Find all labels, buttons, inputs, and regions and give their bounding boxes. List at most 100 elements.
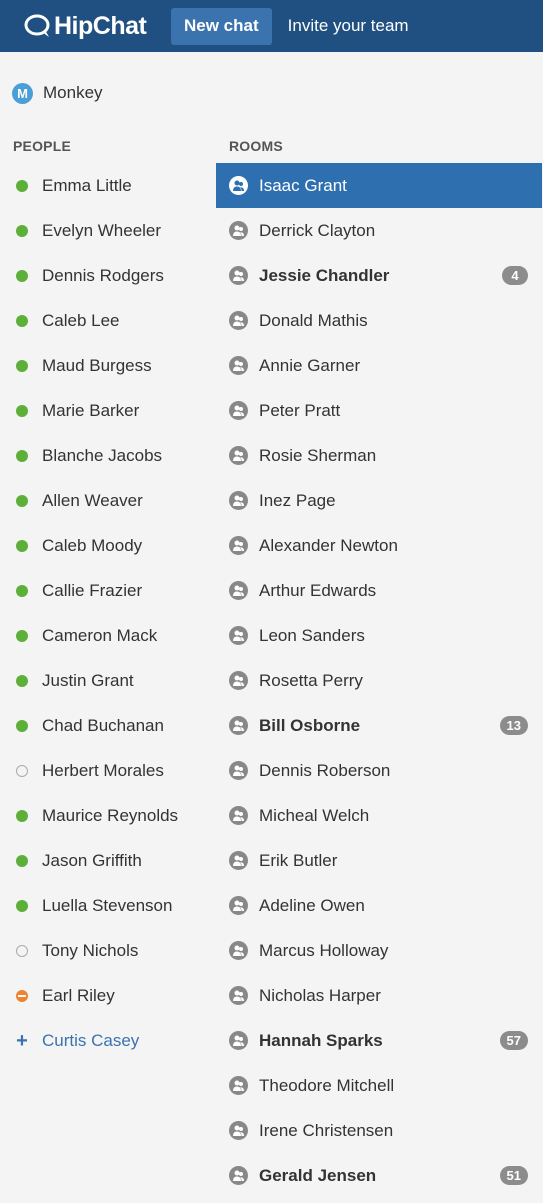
person-name: Callie Frazier — [42, 580, 143, 600]
room-item[interactable]: Dennis Roberson — [216, 748, 542, 793]
add-person-name: Curtis Casey — [42, 1030, 140, 1050]
person-name: Maud Burgess — [42, 355, 152, 375]
room-item[interactable]: Irene Christensen — [216, 1108, 542, 1153]
person-name: Marie Barker — [42, 400, 140, 420]
room-item[interactable]: Rosie Sherman — [216, 433, 542, 478]
room-item[interactable]: Micheal Welch — [216, 793, 542, 838]
person-item[interactable]: Justin Grant — [0, 658, 216, 703]
room-people-icon — [229, 626, 248, 645]
current-user[interactable]: M Monkey — [12, 82, 103, 104]
online-status-icon — [16, 314, 28, 327]
room-item[interactable]: Annie Garner — [216, 343, 542, 388]
online-status-icon — [16, 854, 28, 867]
room-name: Nicholas Harper — [259, 985, 381, 1005]
room-item[interactable]: Leon Sanders — [216, 613, 542, 658]
invite-team-link[interactable]: Invite your team — [288, 8, 409, 45]
person-item[interactable]: Chad Buchanan — [0, 703, 216, 748]
plus-icon: + — [16, 1029, 28, 1052]
room-people-icon — [229, 356, 248, 375]
room-item[interactable]: Hannah Sparks 57 — [216, 1018, 542, 1063]
person-name: Maurice Reynolds — [42, 805, 179, 825]
person-item[interactable]: Earl Riley — [0, 973, 216, 1018]
online-status-icon — [16, 674, 28, 687]
room-people-icon — [229, 806, 248, 825]
room-name: Derrick Clayton — [259, 220, 376, 240]
online-status-icon — [16, 719, 28, 732]
person-name: Allen Weaver — [42, 490, 143, 510]
online-status-icon — [16, 224, 28, 237]
room-name: Alexander Newton — [259, 535, 398, 555]
new-chat-button[interactable]: New chat — [171, 7, 272, 45]
room-name: Peter Pratt — [259, 400, 341, 420]
person-item[interactable]: Allen Weaver — [0, 478, 216, 523]
room-item[interactable]: Bill Osborne 13 — [216, 703, 542, 748]
unread-count-badge: 13 — [499, 716, 528, 735]
person-item[interactable]: Caleb Lee — [0, 298, 216, 343]
person-item[interactable]: Herbert Morales — [0, 748, 216, 793]
avatar: M — [12, 82, 33, 104]
rooms-list: Isaac Grant Derrick Clayton Jessie Chandle… — [216, 163, 542, 1198]
person-item[interactable]: Luella Stevenson — [0, 883, 216, 928]
room-item[interactable]: Alexander Newton — [216, 523, 542, 568]
room-item[interactable]: Theodore Mitchell — [216, 1063, 542, 1108]
hipchat-logo[interactable]: HipChat — [24, 12, 171, 41]
person-name: Justin Grant — [42, 670, 134, 690]
person-name: Tony Nichols — [42, 940, 139, 960]
room-name: Donald Mathis — [259, 310, 368, 330]
room-item[interactable]: Erik Butler — [216, 838, 542, 883]
person-item[interactable]: Tony Nichols — [0, 928, 216, 973]
room-item[interactable]: Rosetta Perry — [216, 658, 542, 703]
dnd-status-icon — [16, 989, 28, 1002]
online-status-icon — [16, 404, 28, 417]
room-item[interactable]: Gerald Jensen 51 — [216, 1153, 542, 1198]
person-item[interactable]: Marie Barker — [0, 388, 216, 433]
room-name: Erik Butler — [259, 850, 338, 870]
room-name: Hannah Sparks — [259, 1030, 383, 1050]
room-item[interactable]: Jessie Chandler 4 — [216, 253, 542, 298]
room-item[interactable]: Inez Page — [216, 478, 542, 523]
room-item[interactable]: Marcus Holloway — [216, 928, 542, 973]
person-item[interactable]: Blanche Jacobs — [0, 433, 216, 478]
online-status-icon — [16, 899, 28, 912]
person-item[interactable]: Maurice Reynolds — [0, 793, 216, 838]
room-item[interactable]: Donald Mathis — [216, 298, 542, 343]
room-people-icon — [229, 311, 248, 330]
person-item[interactable]: Callie Frazier — [0, 568, 216, 613]
online-status-icon — [16, 449, 28, 462]
room-item[interactable]: Nicholas Harper — [216, 973, 542, 1018]
online-status-icon — [16, 809, 28, 822]
person-item[interactable]: Emma Little — [0, 163, 216, 208]
offline-status-icon — [16, 944, 28, 957]
person-item[interactable]: Maud Burgess — [0, 343, 216, 388]
person-name: Jason Griffith — [42, 850, 142, 870]
person-name: Caleb Moody — [42, 535, 143, 555]
room-people-icon — [229, 491, 248, 510]
room-name: Isaac Grant — [259, 175, 347, 195]
room-name: Inez Page — [259, 490, 336, 510]
online-status-icon — [16, 494, 28, 507]
add-person-item[interactable]: + Curtis Casey — [0, 1018, 216, 1063]
room-people-icon — [229, 581, 248, 600]
person-name: Blanche Jacobs — [42, 445, 163, 465]
room-people-icon — [229, 1166, 248, 1185]
online-status-icon — [16, 539, 28, 552]
person-item[interactable]: Dennis Rodgers — [0, 253, 216, 298]
person-item[interactable]: Jason Griffith — [0, 838, 216, 883]
person-item[interactable]: Evelyn Wheeler — [0, 208, 216, 253]
room-item[interactable]: Isaac Grant — [216, 163, 542, 208]
room-item[interactable]: Peter Pratt — [216, 388, 542, 433]
room-people-icon — [229, 1121, 248, 1140]
room-name: Marcus Holloway — [259, 940, 389, 960]
room-name: Rosetta Perry — [259, 670, 363, 690]
person-item[interactable]: Caleb Moody — [0, 523, 216, 568]
room-item[interactable]: Adeline Owen — [216, 883, 542, 928]
room-name: Irene Christensen — [259, 1120, 394, 1140]
person-item[interactable]: Cameron Mack — [0, 613, 216, 658]
room-item[interactable]: Derrick Clayton — [216, 208, 542, 253]
room-name: Jessie Chandler — [259, 265, 390, 285]
current-user-name: Monkey — [43, 83, 103, 102]
room-item[interactable]: Arthur Edwards — [216, 568, 542, 613]
people-list: Emma Little Evelyn Wheeler Dennis Rodgers C… — [0, 163, 216, 1063]
online-status-icon — [16, 584, 28, 597]
room-name: Gerald Jensen — [259, 1165, 377, 1185]
